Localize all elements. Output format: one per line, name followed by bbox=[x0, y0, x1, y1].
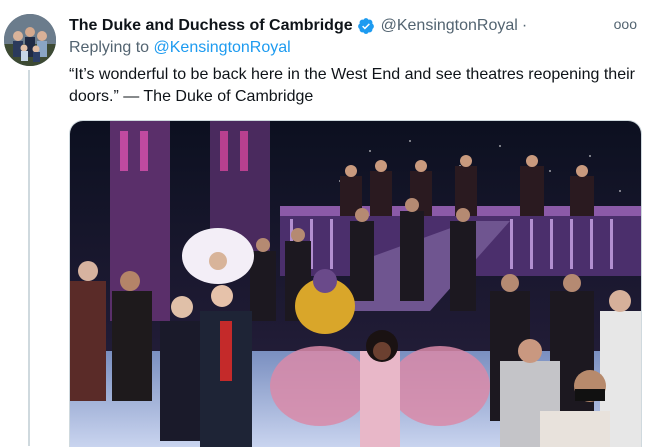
reply-prefix: Replying to bbox=[69, 39, 150, 56]
display-name[interactable]: The Duke and Duchess of Cambridge bbox=[69, 17, 353, 35]
replying-to: Replying to @KensingtonRoyal bbox=[69, 39, 291, 57]
reply-to-link[interactable]: @KensingtonRoyal bbox=[154, 39, 291, 56]
avatar[interactable] bbox=[4, 14, 56, 66]
tweet-header: The Duke and Duchess of Cambridge @Kensi… bbox=[69, 14, 643, 38]
tweet-text: “It’s wonderful to be back here in the W… bbox=[69, 66, 635, 105]
thread-connector-line bbox=[28, 70, 30, 446]
more-options-icon[interactable]: ooo bbox=[614, 16, 637, 32]
verified-badge-icon bbox=[357, 17, 375, 35]
separator-dot: · bbox=[521, 17, 528, 34]
tweet-photo[interactable] bbox=[69, 120, 642, 447]
user-handle[interactable]: @KensingtonRoyal bbox=[381, 17, 518, 35]
